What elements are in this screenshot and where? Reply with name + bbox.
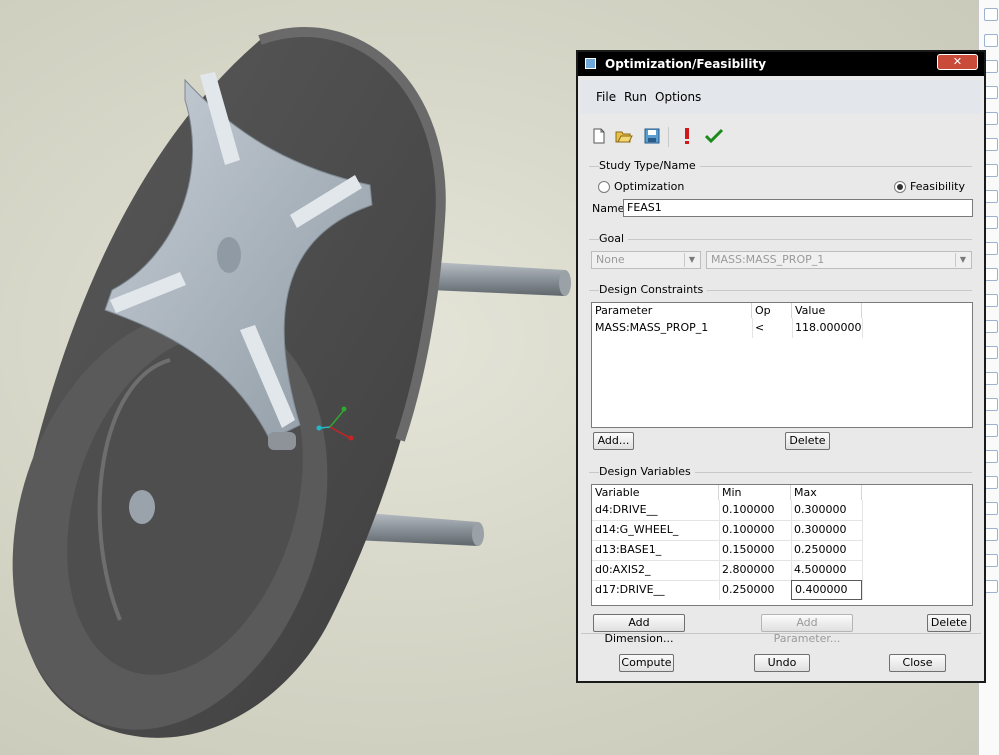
optimization-label: Optimization (614, 180, 685, 193)
rib-icon[interactable] (984, 372, 998, 385)
datum-curve-icon[interactable] (984, 8, 998, 21)
add-constraint-button[interactable]: Add... (593, 432, 634, 450)
feasibility-radio[interactable] (894, 181, 906, 193)
variable-name: d17:DRIVE__ (595, 583, 665, 596)
delete-variable-button[interactable]: Delete (927, 614, 971, 632)
variable-min: 0.100000 (722, 523, 775, 536)
dialog-toolbar (581, 120, 981, 152)
constraint-parameter: MASS:MASS_PROP_1 (595, 321, 709, 334)
blend-icon[interactable] (984, 294, 998, 307)
trim-surface-icon[interactable] (984, 554, 998, 567)
variable-min: 0.100000 (722, 503, 775, 516)
revolve-icon[interactable] (984, 242, 998, 255)
variable-max: 0.300000 (794, 503, 847, 516)
goal-parameter-value: MASS:MASS_PROP_1 (711, 253, 825, 266)
column-header[interactable]: Max (791, 485, 862, 500)
draft-icon[interactable] (984, 398, 998, 411)
open-icon[interactable] (615, 127, 633, 145)
optimization-radio[interactable] (598, 181, 610, 193)
mirror-icon[interactable] (984, 502, 998, 515)
add-parameter-button[interactable]: Add Parameter... (761, 614, 853, 645)
constraint-op: < (755, 321, 765, 334)
variable-max: 4.500000 (794, 563, 847, 576)
menu-run[interactable]: Run (624, 90, 647, 104)
chevron-down-icon: ▼ (684, 253, 699, 267)
goal-parameter-select[interactable]: MASS:MASS_PROP_1 ▼ (706, 251, 972, 269)
variable-name: d14:G_WHEEL_ (595, 523, 679, 536)
shell-icon[interactable] (984, 346, 998, 359)
close-icon[interactable]: ✕ (937, 54, 978, 70)
point-icon[interactable] (984, 112, 998, 125)
column-header[interactable]: Parameter (592, 303, 752, 318)
variable-min: 0.150000 (722, 543, 775, 556)
constraints-section-title: Design Constraints (599, 283, 708, 296)
hole-icon[interactable] (984, 320, 998, 333)
column-header[interactable]: Op (752, 303, 792, 318)
name-label: Name (592, 202, 625, 215)
trim-icon[interactable] (984, 138, 998, 151)
goal-type-value: None (596, 253, 625, 266)
column-header[interactable]: Min (719, 485, 791, 500)
variable-name: d4:DRIVE__ (595, 503, 658, 516)
menu-bar: File Run Options (581, 80, 981, 114)
window-icon (585, 58, 596, 69)
study-section-title: Study Type/Name (599, 159, 700, 172)
sketch-plane-icon[interactable] (984, 34, 998, 47)
column-header[interactable]: Variable (592, 485, 719, 500)
constraint-icon[interactable] (984, 190, 998, 203)
variable-name: d0:AXIS2_ (595, 563, 651, 576)
constraints-table[interactable]: Parameter Op Value MASS:MASS_PROP_1 < 11… (591, 302, 973, 428)
goal-type-select[interactable]: None ▼ (591, 251, 701, 269)
offset-icon[interactable] (984, 580, 998, 593)
add-dimension-button[interactable]: Add Dimension... (593, 614, 685, 645)
close-button[interactable]: Close (889, 654, 946, 672)
undo-button[interactable]: Undo (754, 654, 810, 672)
variable-min: 0.250000 (722, 583, 775, 596)
dialog-titlebar[interactable]: Optimization/Feasibility ✕ (578, 52, 984, 76)
menu-file[interactable]: File (596, 90, 616, 104)
goal-section-title: Goal (599, 232, 629, 245)
sweep-icon[interactable] (984, 268, 998, 281)
constraint-value: 118.000000 (795, 321, 862, 334)
variable-max: 0.300000 (794, 523, 847, 536)
sketch-arc-icon[interactable] (984, 86, 998, 99)
variable-min: 2.800000 (722, 563, 775, 576)
menu-options[interactable]: Options (655, 90, 701, 104)
checkmark-icon[interactable] (705, 127, 723, 145)
extrude-icon[interactable] (984, 216, 998, 229)
variables-section-title: Design Variables (599, 465, 695, 478)
save-icon[interactable] (643, 127, 661, 145)
column-header[interactable]: Value (792, 303, 862, 318)
variable-max-edit-field[interactable]: 0.400000 (791, 580, 862, 600)
pattern-icon[interactable] (984, 476, 998, 489)
name-field[interactable]: FEAS1 (623, 199, 973, 217)
optimization-dialog: Optimization/Feasibility ✕ File Run Opti… (576, 50, 986, 683)
round-icon[interactable] (984, 424, 998, 437)
variables-table[interactable]: Variable Min Max d4:DRIVE__ 0.100000 0.3… (591, 484, 973, 606)
compute-button[interactable]: Compute (619, 654, 674, 672)
variable-max: 0.250000 (794, 543, 847, 556)
chevron-down-icon: ▼ (955, 253, 970, 267)
variable-name: d13:BASE1_ (595, 543, 662, 556)
chamfer-icon[interactable] (984, 450, 998, 463)
merge-icon[interactable] (984, 528, 998, 541)
dimension-icon[interactable] (984, 164, 998, 177)
sketch-line-icon[interactable] (984, 60, 998, 73)
dialog-title: Optimization/Feasibility (605, 57, 767, 71)
feasibility-label: Feasibility (910, 180, 965, 193)
exclamation-icon[interactable] (678, 127, 696, 145)
new-icon[interactable] (590, 127, 608, 145)
delete-constraint-button[interactable]: Delete (785, 432, 830, 450)
